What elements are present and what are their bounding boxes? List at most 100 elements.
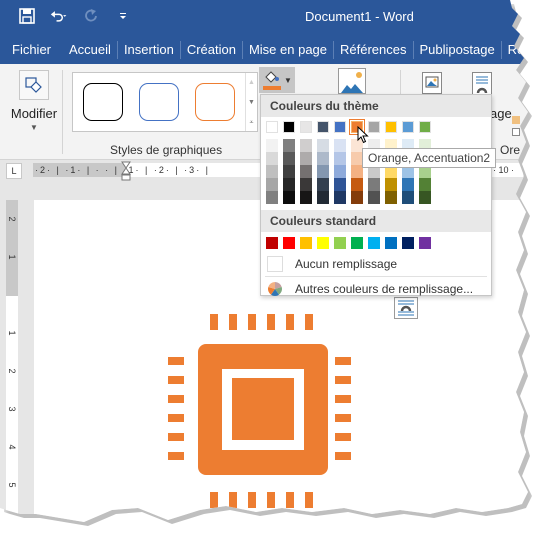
shade-swatch[interactable] bbox=[317, 165, 329, 178]
tab-selector[interactable]: L bbox=[6, 163, 22, 179]
fill-dropdown-arrow-icon[interactable]: ▼ bbox=[284, 76, 292, 85]
gallery-scrollbar[interactable]: ▲ ▼ ⩡ bbox=[245, 73, 257, 131]
theme-colors-heading: Couleurs du thème bbox=[261, 95, 491, 117]
shade-swatch[interactable] bbox=[283, 139, 295, 152]
shade-swatch[interactable] bbox=[402, 178, 414, 191]
save-icon[interactable] bbox=[18, 7, 36, 25]
shade-swatch[interactable] bbox=[300, 165, 312, 178]
shade-swatch[interactable] bbox=[283, 191, 295, 204]
gallery-more-icon[interactable]: ⩡ bbox=[246, 113, 257, 133]
theme-color-swatch[interactable] bbox=[419, 121, 431, 133]
standard-color-swatch[interactable] bbox=[368, 237, 380, 249]
shade-swatch[interactable] bbox=[402, 191, 414, 204]
theme-color-swatch[interactable] bbox=[402, 121, 414, 133]
shade-swatch[interactable] bbox=[266, 139, 278, 152]
shade-swatch[interactable] bbox=[317, 152, 329, 165]
shade-swatch[interactable] bbox=[385, 178, 397, 191]
theme-color-swatch[interactable] bbox=[317, 121, 329, 133]
tab-publipostage[interactable]: Publipostage bbox=[414, 41, 502, 59]
shade-swatch[interactable] bbox=[368, 178, 380, 191]
customize-qat-icon[interactable] bbox=[114, 7, 132, 25]
paint-bucket-icon bbox=[263, 70, 281, 90]
standard-color-swatch[interactable] bbox=[402, 237, 414, 249]
shade-swatch[interactable] bbox=[385, 191, 397, 204]
fill-color-indicator bbox=[263, 86, 281, 90]
shade-swatch[interactable] bbox=[300, 191, 312, 204]
shade-swatch[interactable] bbox=[419, 178, 431, 191]
shade-swatch[interactable] bbox=[283, 152, 295, 165]
shade-swatch[interactable] bbox=[300, 178, 312, 191]
screenshot-canvas: Document1 - Word Fichier Accueil Inserti… bbox=[0, 0, 552, 554]
shade-swatch[interactable] bbox=[351, 178, 363, 191]
color-wheel-icon bbox=[267, 281, 283, 297]
style-blue-outline[interactable] bbox=[139, 83, 179, 121]
vruler-number: 5 bbox=[7, 482, 17, 488]
standard-color-swatch[interactable] bbox=[266, 237, 278, 249]
gallery-scroll-down-icon[interactable]: ▼ bbox=[246, 93, 257, 113]
shade-swatch[interactable] bbox=[317, 191, 329, 204]
arrange-group-label-fragment: Ore bbox=[500, 143, 521, 157]
shade-swatch[interactable] bbox=[266, 191, 278, 204]
theme-color-swatch[interactable] bbox=[368, 121, 380, 133]
shade-swatch[interactable] bbox=[300, 139, 312, 152]
send-backward-icon[interactable] bbox=[512, 128, 520, 136]
vertical-ruler[interactable]: 2 1 1 2 3 4 5 6 bbox=[6, 200, 18, 520]
standard-color-swatch[interactable] bbox=[317, 237, 329, 249]
modifier-label: Modifier bbox=[10, 106, 58, 121]
theme-color-swatch[interactable] bbox=[266, 121, 278, 133]
shade-swatch[interactable] bbox=[334, 165, 346, 178]
shade-swatch[interactable] bbox=[419, 191, 431, 204]
no-fill-item[interactable]: Aucun remplissage bbox=[261, 252, 491, 276]
indent-marker[interactable] bbox=[121, 161, 131, 181]
undo-icon[interactable] bbox=[50, 7, 68, 25]
tab-insertion[interactable]: Insertion bbox=[118, 41, 181, 59]
shade-swatch[interactable] bbox=[317, 139, 329, 152]
bring-forward-icon[interactable] bbox=[512, 116, 520, 124]
theme-color-swatch[interactable] bbox=[300, 121, 312, 133]
standard-color-swatch[interactable] bbox=[300, 237, 312, 249]
shade-swatch[interactable] bbox=[266, 178, 278, 191]
style-orange-outline[interactable] bbox=[195, 83, 235, 121]
shade-swatch[interactable] bbox=[317, 178, 329, 191]
standard-color-swatch[interactable] bbox=[419, 237, 431, 249]
change-graphic-icon bbox=[19, 70, 49, 100]
chip-icon[interactable] bbox=[164, 314, 358, 513]
fill-color-button[interactable]: ▼ bbox=[259, 67, 295, 93]
shade-swatch[interactable] bbox=[266, 165, 278, 178]
modifier-button[interactable]: Modifier ▼ bbox=[8, 68, 60, 148]
shade-swatch[interactable] bbox=[334, 178, 346, 191]
no-fill-label: Aucun remplissage bbox=[295, 257, 398, 271]
tab-mise-en-page[interactable]: Mise en page bbox=[243, 41, 335, 59]
shade-swatch[interactable] bbox=[334, 152, 346, 165]
vruler-number: 4 bbox=[7, 444, 17, 450]
shade-swatch[interactable] bbox=[266, 152, 278, 165]
tab-references[interactable]: Références bbox=[334, 41, 414, 59]
standard-color-swatch[interactable] bbox=[351, 237, 363, 249]
no-fill-swatch-icon bbox=[267, 256, 283, 272]
standard-color-swatch[interactable] bbox=[283, 237, 295, 249]
shade-swatch[interactable] bbox=[351, 191, 363, 204]
color-tooltip: Orange, Accentuation2 bbox=[362, 148, 497, 168]
more-fill-colors-item[interactable]: Autres couleurs de remplissage... bbox=[261, 277, 491, 301]
tab-accueil[interactable]: Accueil bbox=[63, 41, 118, 59]
shade-swatch[interactable] bbox=[283, 178, 295, 191]
shade-swatch[interactable] bbox=[334, 191, 346, 204]
redo-icon bbox=[82, 7, 100, 25]
picture-icon[interactable] bbox=[338, 68, 366, 94]
graphic-styles-group-label: Styles de graphiques bbox=[110, 143, 223, 157]
theme-color-swatch[interactable] bbox=[385, 121, 397, 133]
chevron-down-icon: ▼ bbox=[30, 123, 38, 132]
position-image-icon[interactable] bbox=[422, 72, 442, 94]
theme-color-swatch[interactable] bbox=[283, 121, 295, 133]
style-black-outline[interactable] bbox=[83, 83, 123, 121]
shade-swatch[interactable] bbox=[300, 152, 312, 165]
tab-creation[interactable]: Création bbox=[181, 41, 243, 59]
shade-swatch[interactable] bbox=[334, 139, 346, 152]
standard-color-swatch[interactable] bbox=[385, 237, 397, 249]
tab-fichier[interactable]: Fichier bbox=[0, 41, 63, 59]
shade-swatch[interactable] bbox=[368, 191, 380, 204]
theme-color-swatch[interactable] bbox=[334, 121, 346, 133]
standard-color-swatch[interactable] bbox=[334, 237, 346, 249]
shade-swatch[interactable] bbox=[283, 165, 295, 178]
shade-column bbox=[266, 139, 278, 204]
